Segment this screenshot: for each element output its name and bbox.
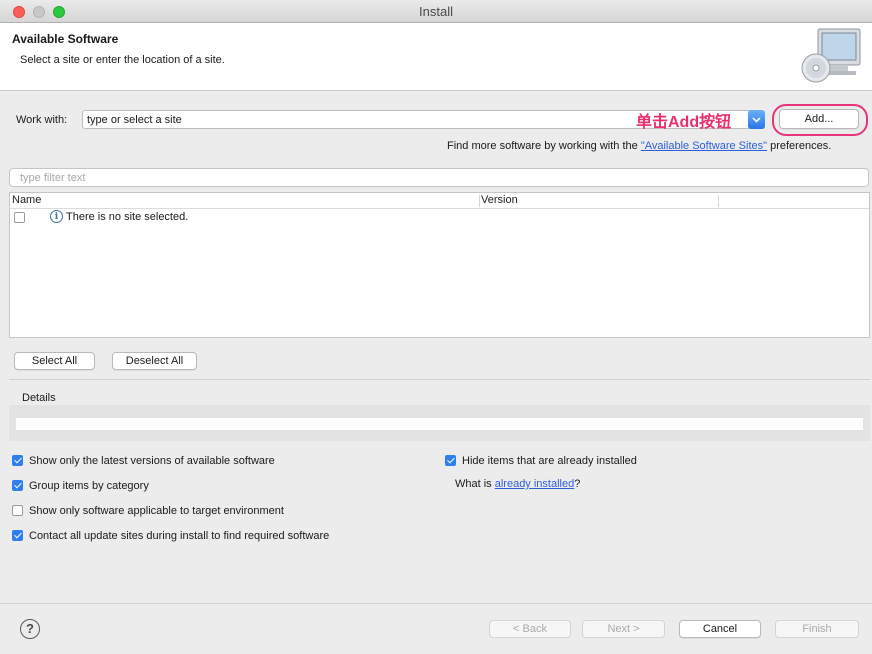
row-checkbox[interactable] <box>14 212 25 223</box>
column-divider[interactable] <box>718 195 719 207</box>
chevron-down-icon[interactable] <box>748 110 765 129</box>
what-is-prefix: What is <box>455 478 495 490</box>
filter-input[interactable] <box>9 168 869 187</box>
more-software-line: Find more software by working with the "… <box>447 140 831 152</box>
software-table: Name Version i There is no site selected… <box>9 192 870 338</box>
contact-all-sites-label[interactable]: Contact all update sites during install … <box>29 530 329 542</box>
already-installed-link[interactable]: already installed <box>495 478 575 490</box>
window-title: Install <box>419 4 453 19</box>
show-latest-label[interactable]: Show only the latest versions of availab… <box>29 455 275 467</box>
back-button[interactable]: < Back <box>489 620 571 638</box>
next-button[interactable]: Next > <box>582 620 665 638</box>
work-with-label: Work with: <box>16 114 68 126</box>
group-by-category-checkbox[interactable] <box>12 480 23 491</box>
what-is-installed-line: What is already installed? <box>455 478 580 490</box>
help-icon[interactable]: ? <box>20 619 40 639</box>
annotation-text: 单击Add按钮 <box>636 114 732 131</box>
add-button[interactable]: Add... <box>779 109 859 129</box>
more-software-suffix: preferences. <box>767 140 832 152</box>
info-icon: i <box>50 210 63 223</box>
divider <box>9 379 870 380</box>
available-software-sites-link[interactable]: "Available Software Sites" <box>641 140 767 152</box>
deselect-all-button[interactable]: Deselect All <box>112 352 197 370</box>
group-by-category-label[interactable]: Group items by category <box>29 480 149 492</box>
cancel-button[interactable]: Cancel <box>679 620 761 638</box>
table-header: Name Version <box>10 193 869 209</box>
column-version-header[interactable]: Version <box>481 194 518 206</box>
install-monitor-cd-icon <box>800 26 864 86</box>
more-software-prefix: Find more software by working with the <box>447 140 641 152</box>
show-applicable-label[interactable]: Show only software applicable to target … <box>29 505 284 517</box>
hide-installed-label[interactable]: Hide items that are already installed <box>462 455 637 467</box>
what-is-suffix: ? <box>574 478 581 490</box>
no-site-message: There is no site selected. <box>66 211 189 223</box>
hide-installed-checkbox[interactable] <box>445 455 456 466</box>
details-text-area <box>16 418 863 430</box>
finish-button[interactable]: Finish <box>775 620 859 638</box>
work-with-input[interactable] <box>83 111 631 128</box>
column-divider[interactable] <box>479 195 480 207</box>
contact-all-sites-checkbox[interactable] <box>12 530 23 541</box>
footer-divider <box>0 603 872 604</box>
select-all-button[interactable]: Select All <box>14 352 95 370</box>
show-latest-checkbox[interactable] <box>12 455 23 466</box>
page-title: Available Software <box>12 32 119 46</box>
page-subtitle: Select a site or enter the location of a… <box>20 54 225 66</box>
details-label: Details <box>22 392 56 404</box>
column-name-header[interactable]: Name <box>12 194 41 206</box>
show-applicable-checkbox[interactable] <box>12 505 23 516</box>
